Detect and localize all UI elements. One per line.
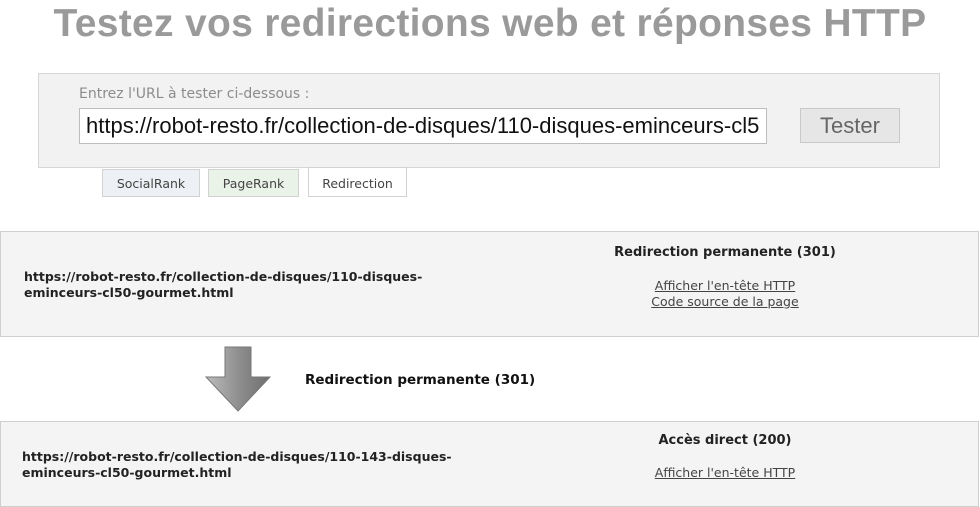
- tab-redirection[interactable]: Redirection: [308, 167, 407, 197]
- down-arrow-icon: [205, 346, 271, 412]
- result-panel-2: https://robot-resto.fr/collection-de-dis…: [0, 421, 979, 507]
- test-button[interactable]: Tester: [800, 108, 900, 143]
- show-http-header-link[interactable]: Afficher l'en-tête HTTP: [531, 465, 919, 480]
- url-test-form: Entrez l'URL à tester ci-dessous : Teste…: [38, 73, 940, 168]
- url-label: Entrez l'URL à tester ci-dessous :: [79, 86, 310, 102]
- result-url: https://robot-resto.fr/collection-de-dis…: [24, 269, 423, 300]
- result-status: Redirection permanente (301): [614, 245, 836, 260]
- result-url: https://robot-resto.fr/collection-de-dis…: [22, 449, 452, 480]
- page-title: Testez vos redirections web et réponses …: [53, 2, 927, 45]
- result-panel-1: https://robot-resto.fr/collection-de-dis…: [0, 231, 979, 337]
- page-source-link[interactable]: Code source de la page: [531, 294, 919, 309]
- url-input[interactable]: [79, 108, 767, 144]
- redirect-status: Redirection permanente (301): [305, 372, 536, 388]
- tab-socialrank[interactable]: SocialRank: [102, 169, 200, 197]
- show-http-header-link[interactable]: Afficher l'en-tête HTTP: [531, 278, 919, 293]
- tab-pagerank[interactable]: PageRank: [208, 169, 299, 197]
- result-status: Accès direct (200): [658, 433, 792, 448]
